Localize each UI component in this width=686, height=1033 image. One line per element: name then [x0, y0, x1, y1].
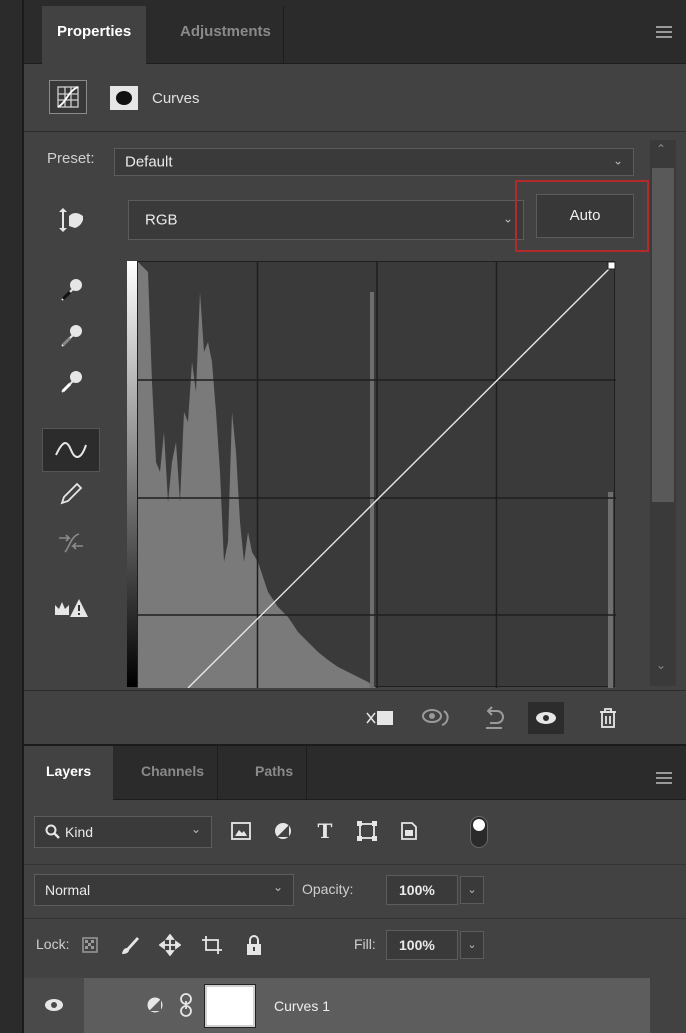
mask-link-icon[interactable] [178, 992, 194, 1021]
pixel-layer-filter-icon[interactable] [228, 818, 254, 844]
type-layer-filter-icon[interactable]: T [312, 818, 338, 844]
layer-mask-thumbnail[interactable] [204, 984, 256, 1028]
scroll-up-icon[interactable]: ⌃ [656, 142, 666, 156]
fill-chevron-icon[interactable]: ⌄ [460, 931, 484, 959]
scroll-down-icon[interactable]: ⌄ [656, 658, 666, 672]
black-eyedropper-icon[interactable] [42, 268, 100, 312]
opacity-chevron-icon[interactable]: ⌄ [460, 876, 484, 904]
lock-image-pixels-icon[interactable] [118, 933, 142, 957]
opacity-label: Opacity: [302, 881, 354, 897]
tab-channels[interactable]: Channels [128, 746, 219, 800]
curves-header: Curves [24, 64, 686, 132]
chevron-down-icon: ⌄ [502, 211, 513, 226]
filter-kind-value: Kind [65, 824, 94, 840]
curve-line [187, 265, 613, 689]
curve-points-icon[interactable] [42, 428, 100, 472]
scrollbar-thumb[interactable] [652, 168, 674, 502]
clip-to-layer-icon[interactable] [362, 702, 398, 734]
layer-visibility-icon[interactable] [44, 998, 64, 1015]
gray-eyedropper-icon[interactable] [42, 314, 100, 358]
reset-icon[interactable] [476, 702, 512, 734]
lock-all-icon[interactable] [242, 933, 266, 957]
chevron-down-icon: ⌄ [272, 880, 283, 894]
adjustment-title: Curves [152, 90, 200, 107]
adjustment-layer-filter-icon[interactable] [270, 818, 296, 844]
left-frame [0, 0, 24, 1033]
filter-toggle[interactable] [470, 816, 488, 848]
blend-mode-dropdown[interactable]: Normal ⌄ [34, 874, 294, 906]
channel-dropdown[interactable]: RGB ⌄ [128, 200, 524, 240]
row-separator [24, 864, 686, 865]
layer-mask-icon[interactable] [110, 86, 138, 110]
delete-icon[interactable] [590, 702, 626, 734]
curve-endpoint [607, 261, 616, 270]
fill-value: 100% [399, 937, 435, 953]
layer-row[interactable] [24, 978, 650, 1033]
chevron-down-icon: ⌄ [190, 822, 201, 836]
smooth-icon[interactable] [42, 520, 100, 564]
input-gradient-bar [127, 261, 137, 687]
adjustment-layer-icon [146, 996, 164, 1017]
row-separator [24, 918, 686, 919]
layers-menu-icon[interactable] [656, 772, 672, 784]
channel-value: RGB [145, 211, 178, 229]
preset-dropdown[interactable]: Default ⌄ [114, 148, 634, 176]
clipping-warning-icon[interactable] [42, 586, 100, 630]
lock-transparent-icon[interactable] [78, 933, 102, 957]
toggle-knob [473, 819, 485, 831]
opacity-field[interactable]: 100% [386, 875, 458, 905]
properties-footer [24, 690, 686, 744]
layer-name[interactable]: Curves 1 [274, 998, 330, 1014]
view-previous-icon[interactable] [418, 702, 454, 734]
preset-label: Preset: [47, 150, 95, 167]
lock-position-icon[interactable] [158, 933, 182, 957]
search-icon [45, 824, 61, 843]
visibility-icon[interactable] [528, 702, 564, 734]
tab-paths[interactable]: Paths [242, 746, 308, 800]
filter-kind-dropdown[interactable]: Kind ⌄ [34, 816, 212, 848]
tab-adjustments[interactable]: Adjustments [168, 6, 284, 64]
white-eyedropper-icon[interactable] [42, 360, 100, 404]
properties-tab-bar: Properties Adjustments [24, 0, 686, 64]
target-adjust-icon[interactable] [42, 198, 100, 242]
blend-mode-value: Normal [45, 882, 91, 898]
curves-graph[interactable] [137, 261, 616, 689]
preset-value: Default [125, 153, 173, 171]
pencil-icon[interactable] [42, 472, 100, 516]
curves-adjustment-icon[interactable] [49, 80, 87, 114]
lock-artboard-icon[interactable] [200, 933, 224, 957]
panel-menu-icon[interactable] [656, 26, 672, 38]
fill-field[interactable]: 100% [386, 930, 458, 960]
layers-tab-bar: Layers Channels Paths [24, 746, 686, 800]
fill-label: Fill: [354, 936, 376, 952]
tab-properties[interactable]: Properties [42, 6, 147, 64]
shape-layer-filter-icon[interactable] [354, 818, 380, 844]
highlight-box [515, 180, 649, 252]
lock-label: Lock: [36, 936, 70, 952]
smart-object-filter-icon[interactable] [396, 818, 422, 844]
tab-layers[interactable]: Layers [24, 746, 114, 800]
chevron-down-icon: ⌄ [612, 153, 623, 168]
opacity-value: 100% [399, 882, 435, 898]
